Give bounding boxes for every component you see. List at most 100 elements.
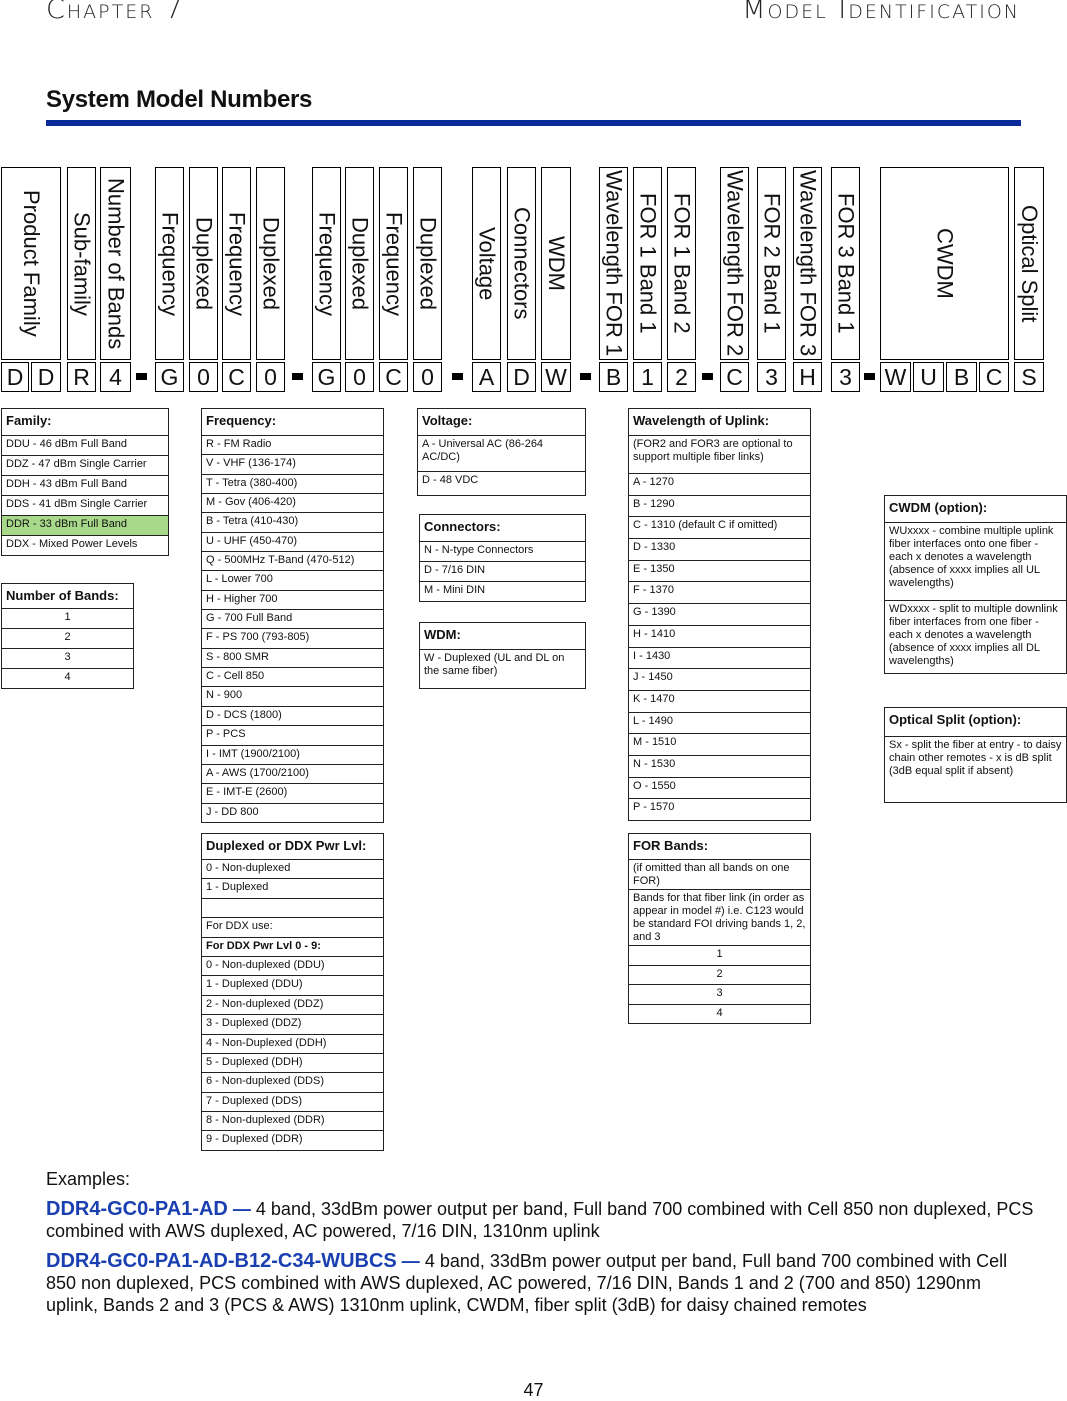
field-label-box: FOR 1 Band 2 (667, 167, 696, 360)
field-label: Wavelength FOR 2 (722, 170, 748, 357)
field-code-box: D (31, 362, 61, 392)
voltage-table: Voltage: A - Universal AC (86-264 AC/DC) D… (417, 408, 586, 496)
separator-dash (136, 373, 147, 380)
table-row: P - 1570 (629, 798, 810, 820)
table-row: K - 1470 (629, 689, 810, 712)
field-label-box: Voltage (472, 167, 501, 360)
optical-split-table: Optical Split (option): Sx - split the fi… (884, 707, 1067, 803)
field-label: Product Family (19, 190, 44, 337)
table-header: Optical Split (option): (889, 712, 1022, 727)
table-row: DDX - Mixed Power Levels (2, 535, 168, 555)
table-row: U - UHF (450-470) (202, 531, 383, 551)
example-separator: — (232, 1199, 251, 1219)
table-row: E - 1350 (629, 559, 810, 582)
table-row: A - 1270 (629, 473, 810, 495)
example-model: DDR4-GC0-PA1-AD (46, 1198, 228, 1220)
separator-dash (292, 373, 303, 380)
table-row: (if omitted than all bands on one FOR) (629, 859, 810, 889)
field-label-box: Frequency (312, 167, 341, 360)
table-row: C - Cell 850 (202, 667, 383, 686)
field-code-box: B (946, 362, 977, 392)
table-row: Bands for that fiber link (in order as a… (629, 889, 810, 945)
field-label: Duplexed (258, 217, 284, 310)
separator-dash (702, 373, 713, 380)
table-row: 3 - Duplexed (DDZ) (202, 1014, 383, 1033)
table-row: D - 48 VDC (418, 471, 585, 495)
table-row: D - 1330 (629, 538, 810, 560)
page-title: System Model Numbers (46, 86, 313, 113)
table-row: WDxxxx - split to multiple downlink fibe… (885, 600, 1066, 673)
table-row: DDU - 46 dBm Full Band (2, 435, 168, 455)
family-table: Family: DDU - 46 dBm Full Band DDZ - 47 dB… (1, 408, 169, 556)
field-code-box: H (793, 362, 822, 392)
example-item: DDR4-GC0-PA1-AD-B12-C34-WUBCS — 4 band, … (46, 1250, 1036, 1316)
field-code-box: C (379, 362, 408, 392)
table-row: R - FM Radio (202, 435, 383, 454)
table-row: (FOR2 and FOR3 are optional to support m… (629, 435, 810, 473)
table-row: O - 1550 (629, 776, 810, 799)
field-code-box: W (541, 362, 571, 392)
field-code-box: 3 (757, 362, 786, 392)
field-label-box: Wavelength FOR 2 (720, 167, 749, 360)
table-row: F - PS 700 (793-805) (202, 628, 383, 647)
field-label-box: Frequency (379, 167, 408, 360)
table-row: M - Gov (406-420) (202, 493, 383, 512)
field-label-box: Product Family (1, 167, 61, 360)
table-row: J - 1450 (629, 668, 810, 690)
chapter-heading: Chapter 7 (46, 0, 185, 25)
table-row (202, 897, 383, 917)
table-row: 4 (629, 1003, 810, 1024)
field-label: FOR 1 Band 1 (635, 193, 661, 334)
table-row: M - 1510 (629, 733, 810, 755)
field-label: FOR 3 Band 1 (833, 193, 859, 334)
field-code-box: C (222, 362, 251, 392)
table-row: For DDX Pwr Lvl 0 - 9: (202, 936, 383, 956)
table-row: 3 (2, 648, 133, 668)
field-code-box: 3 (831, 362, 860, 392)
table-row: I - IMT (1900/2100) (202, 744, 383, 764)
field-label: Connectors (509, 207, 535, 320)
field-label: Duplexed (347, 217, 373, 310)
table-row: 8 - Non-duplexed (DDR) (202, 1111, 383, 1130)
field-code-box: B (599, 362, 628, 392)
table-row: W - Duplexed (UL and DL on the same fibe… (420, 649, 585, 688)
table-header: Wavelength of Uplink: (633, 413, 770, 428)
separator-dash (864, 373, 875, 380)
field-code-box: 4 (100, 362, 131, 392)
table-row: N - 1530 (629, 754, 810, 777)
separator-dash (580, 373, 591, 380)
field-label: Frequency (381, 211, 407, 316)
table-row: B - 1290 (629, 494, 810, 517)
field-label-box: Duplexed (189, 167, 218, 360)
table-row: A - Universal AC (86-264 AC/DC) (418, 435, 585, 471)
table-row: G - 700 Full Band (202, 609, 383, 628)
table-row: 3 (629, 984, 810, 1004)
field-code-box: S (1014, 362, 1044, 392)
field-code-box: U (913, 362, 944, 392)
field-label-box: Duplexed (256, 167, 285, 360)
field-label: WDM (544, 236, 569, 291)
table-row: I - 1430 (629, 646, 810, 669)
table-header: Voltage: (422, 413, 473, 428)
table-row: D - 7/16 DIN (420, 561, 585, 581)
field-label-box: FOR 2 Band 1 (757, 167, 786, 360)
table-row: M - Mini DIN (420, 581, 585, 601)
field-code-box: 0 (413, 362, 442, 392)
title-rule (46, 120, 1021, 126)
field-code-box: C (979, 362, 1009, 392)
field-label: Frequency (157, 211, 183, 316)
examples-section: Examples: DDR4-GC0-PA1-AD — 4 band, 33dB… (46, 1168, 1036, 1324)
table-row: S - 800 SMR (202, 647, 383, 667)
table-row: D - DCS (1800) (202, 705, 383, 725)
field-label: Wavelength FOR 1 (601, 170, 627, 357)
table-row: J - DD 800 (202, 802, 383, 822)
field-code-box: W (880, 362, 911, 392)
table-header: Frequency: (206, 413, 277, 428)
table-row: 2 (2, 628, 133, 648)
field-code-box: C (720, 362, 749, 392)
table-row: 0 - Non-duplexed (DDU) (202, 955, 383, 975)
field-label: FOR 2 Band 1 (759, 193, 785, 334)
field-label: FOR 1 Band 2 (669, 193, 695, 334)
table-row: T - Tetra (380-400) (202, 473, 383, 493)
table-header: CWDM (option): (889, 500, 988, 515)
